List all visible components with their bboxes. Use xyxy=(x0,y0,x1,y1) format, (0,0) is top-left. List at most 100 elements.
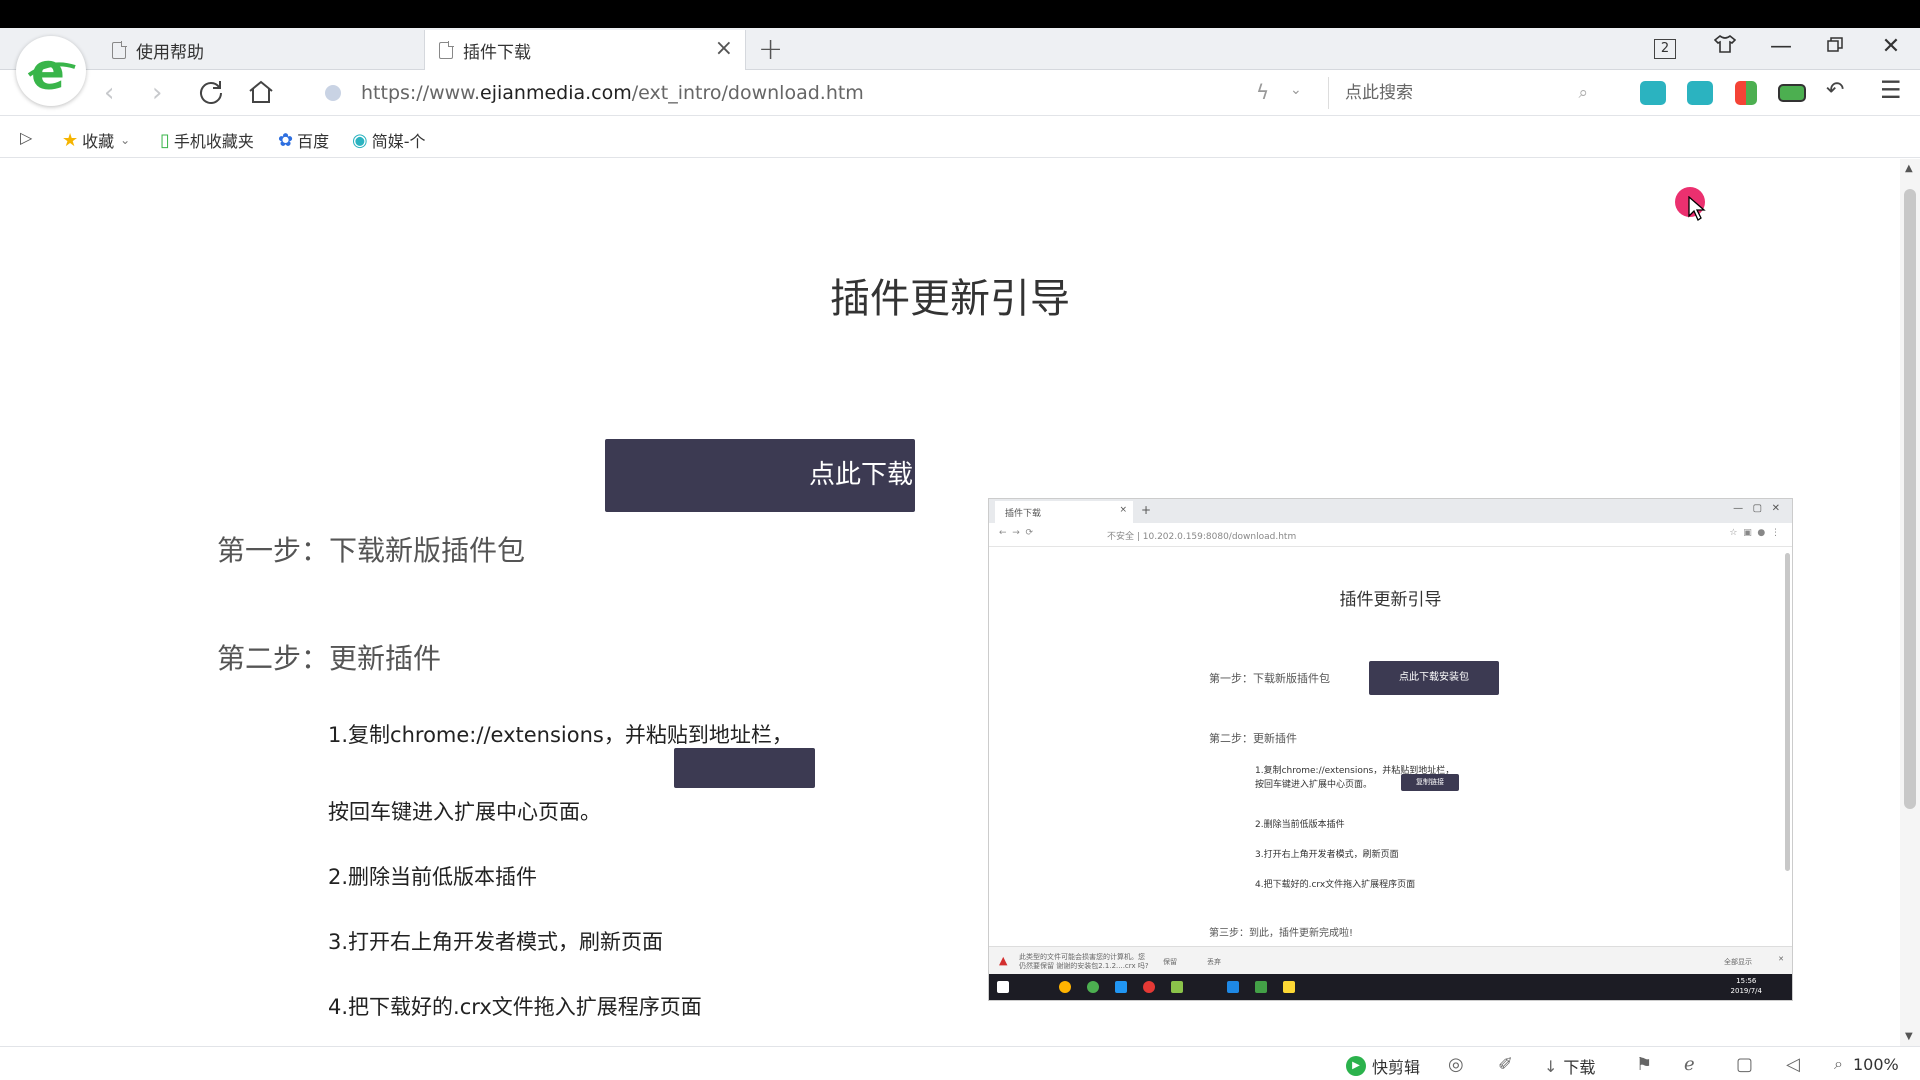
window-controls-icon: — ▢ ✕ xyxy=(1733,503,1780,514)
instruction-drag-crx: 4.把下载好的.crx文件拖入扩展程序页面 xyxy=(328,995,702,1019)
sidebar-toggle-icon[interactable]: ▷ xyxy=(20,128,32,147)
browser-window: 使用帮助 插件下载 × + 2 — ✕ e ‹ › https://www.ej… xyxy=(0,28,1920,1080)
screenshot-step-three: 第三步：到此，插件更新完成啦! xyxy=(1209,928,1354,939)
scroll-down-icon[interactable]: ▼ xyxy=(1905,1031,1913,1042)
screenshot-scrollbar xyxy=(1785,553,1790,871)
sound-icon[interactable]: ◁ xyxy=(1786,1054,1800,1075)
instruction-copy-url: 1.复制chrome://extensions，并粘贴到地址栏， xyxy=(328,723,793,747)
zoom-control[interactable]: ⌕ 100% xyxy=(1834,1054,1899,1074)
undo-icon[interactable]: ↶ xyxy=(1826,78,1844,103)
app-icon xyxy=(1115,981,1127,993)
download-manager-button[interactable]: ↓ 下载 xyxy=(1544,1054,1595,1078)
instruction-dev-mode: 3.打开右上角开发者模式，刷新页面 xyxy=(328,930,664,954)
page-content: 插件更新引导 点此下载 第一步：下载新版插件包 第二步：更新插件 1.复制chr… xyxy=(0,159,1900,1046)
shirt-skin-icon[interactable] xyxy=(1710,34,1740,60)
instruction-enter: 按回车键进入扩展中心页面。 xyxy=(328,800,601,824)
new-tab-icon: + xyxy=(1141,503,1152,517)
app-icon xyxy=(1087,981,1099,993)
copy-link-button[interactable] xyxy=(674,748,815,788)
excel-icon xyxy=(1255,981,1267,993)
screenshot-address-bar: ← → ⟳ 不安全 | 10.202.0.159:8080/download.h… xyxy=(989,523,1792,547)
app-icon xyxy=(1143,981,1155,993)
tab-help[interactable]: 使用帮助 xyxy=(112,30,422,70)
chevron-down-icon[interactable]: ⌄ xyxy=(1290,82,1302,98)
windows-start-icon xyxy=(997,981,1009,993)
page-icon xyxy=(112,41,127,59)
tutorial-screenshot: 插件下载 × + — ▢ ✕ ← → ⟳ 不安全 | 10.202.0.159:… xyxy=(988,498,1793,1001)
baidu-paw-icon: ✿ xyxy=(278,129,294,151)
search-icon[interactable]: ⌕ xyxy=(1578,77,1588,109)
minimize-icon[interactable]: — xyxy=(1766,34,1796,59)
step-two: 第二步：更新插件 xyxy=(217,642,442,675)
play-icon: ▶ xyxy=(1346,1056,1366,1076)
wechat-icon xyxy=(1171,981,1183,993)
address-bar[interactable]: https://www.ejianmedia.com/ext_intro/dow… xyxy=(325,77,1325,109)
close-window-icon[interactable]: ✕ xyxy=(1876,34,1906,59)
ie-mode-icon[interactable]: ℯ xyxy=(1684,1054,1695,1075)
scroll-up-icon[interactable]: ▲ xyxy=(1905,163,1913,174)
tab-count-badge[interactable]: 2 xyxy=(1654,39,1676,59)
screenshot-sub3: 3.打开右上角开发者模式，刷新页面 xyxy=(1255,850,1399,860)
app-icon xyxy=(1227,981,1239,993)
chrome-icon xyxy=(1059,981,1071,993)
screenshot-sub4: 4.把下载好的.crx文件拖入扩展程序页面 xyxy=(1255,880,1416,890)
folder-icon xyxy=(1283,981,1295,993)
mouse-pointer-icon xyxy=(1688,195,1706,226)
search-input[interactable]: 点此搜索 ⌕ xyxy=(1328,77,1598,109)
menu-icon[interactable]: ☰ xyxy=(1880,76,1902,104)
close-tab-icon[interactable]: × xyxy=(715,38,733,60)
page-title: 插件更新引导 xyxy=(830,276,1070,322)
phone-icon: ▯ xyxy=(160,129,170,151)
jianmei-extension-icon[interactable] xyxy=(1640,81,1666,105)
chevron-down-icon: ⌄ xyxy=(120,133,131,147)
tab-plugin-download[interactable]: 插件下载 × xyxy=(424,30,746,70)
star-icon: ★ xyxy=(62,129,79,151)
page-icon xyxy=(439,41,454,59)
url-text: https://www.ejianmedia.com/ext_intro/dow… xyxy=(361,82,864,104)
forward-icon[interactable]: › xyxy=(152,78,162,108)
screenshot-download-button: 点此下载安装包 xyxy=(1369,661,1499,695)
page-scrollbar[interactable]: ▲ ▼ xyxy=(1900,159,1920,1046)
apps-icon[interactable] xyxy=(1735,81,1757,105)
nav-icons: ← → ⟳ xyxy=(999,528,1034,538)
zoom-icon: ⌕ xyxy=(1834,1054,1843,1073)
battery-icon[interactable] xyxy=(1778,84,1806,102)
close-icon: ✕ xyxy=(1778,955,1784,963)
bookmark-jianmei[interactable]: ◉ 简媒-个 xyxy=(352,128,426,152)
screenshot-copy-button: 复制链接 xyxy=(1401,774,1459,791)
screenshot-title: 插件更新引导 xyxy=(1339,590,1442,610)
home-icon[interactable] xyxy=(248,79,274,112)
back-icon[interactable]: ‹ xyxy=(104,78,114,108)
site-info-icon[interactable] xyxy=(325,85,341,101)
flag-icon[interactable]: ⚑ xyxy=(1636,1054,1652,1075)
download-button[interactable]: 点此下载 xyxy=(605,439,915,512)
bookmark-mobile[interactable]: ▯ 手机收藏夹 xyxy=(160,128,254,152)
step-one: 第一步：下载新版插件包 xyxy=(217,534,526,567)
warning-icon: ▲ xyxy=(999,954,1008,967)
screenshot-download-bar: ▲ 此类型的文件可能会损害您的计算机。您仍然要保留 谢谢的安装包2.1.2...… xyxy=(989,946,1792,974)
screenshot-step-one: 第一步：下载新版插件包 xyxy=(1209,672,1330,685)
jianmei-icon: ◉ xyxy=(352,129,368,151)
bookmark-favorites[interactable]: ★ 收藏 ⌄ xyxy=(62,128,130,152)
bookmarks-bar: ▷ ★ 收藏 ⌄ ▯ 手机收藏夹 ✿ 百度 ◉ 简媒-个 xyxy=(0,117,1920,158)
close-icon: × xyxy=(1119,505,1127,515)
tab-strip: 使用帮助 插件下载 × + 2 — ✕ xyxy=(0,28,1920,70)
navigation-bar: ‹ › https://www.ejianmedia.com/ext_intro… xyxy=(0,70,1920,116)
download-icon: ↓ xyxy=(1544,1056,1558,1076)
window-icon[interactable]: ▢ xyxy=(1736,1054,1753,1075)
tab-title: 插件下载 xyxy=(463,42,531,63)
restore-icon[interactable] xyxy=(1820,34,1850,59)
speed-icon[interactable]: ◎ xyxy=(1448,1054,1464,1075)
browser-logo[interactable]: e xyxy=(16,36,86,106)
bookmark-baidu[interactable]: ✿ 百度 xyxy=(278,128,329,152)
new-tab-button[interactable]: + xyxy=(758,32,783,67)
screenshot-sub2: 2.删除当前低版本插件 xyxy=(1255,820,1345,830)
pin-icon[interactable]: ✐ xyxy=(1498,1054,1513,1075)
screenshot-sub1b: 按回车键进入扩展中心页面。 xyxy=(1255,780,1373,790)
lightning-icon[interactable]: ϟ xyxy=(1256,80,1269,104)
quick-clip-button[interactable]: ▶ 快剪辑 xyxy=(1346,1054,1420,1078)
jianmei-new-extension-icon[interactable] xyxy=(1687,81,1713,105)
refresh-icon[interactable] xyxy=(198,79,224,112)
scrollbar-thumb[interactable] xyxy=(1904,189,1916,809)
instruction-delete-old: 2.删除当前低版本插件 xyxy=(328,865,538,889)
